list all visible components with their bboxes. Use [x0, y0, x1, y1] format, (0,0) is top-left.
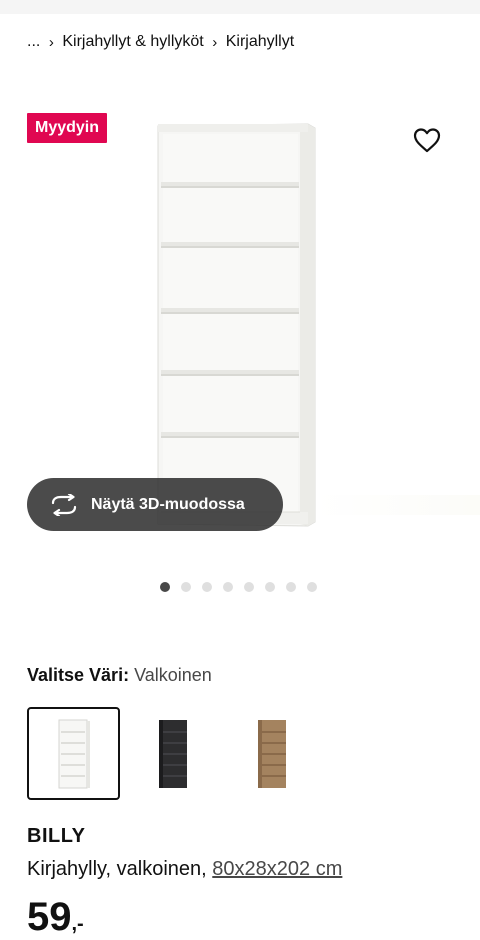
price-decimal: ,-: [71, 913, 84, 935]
gallery-dot[interactable]: [160, 582, 170, 592]
product-gallery[interactable]: Myydyin Näytä 3D-muodossa: [0, 100, 480, 560]
price-integer: 59: [27, 895, 72, 939]
product-name: BILLY: [27, 825, 86, 847]
color-selector-label: Valitse Väri: Valkoinen: [27, 665, 212, 686]
color-label: Valitse Väri:: [27, 665, 130, 685]
gallery-dot[interactable]: [223, 582, 233, 592]
gallery-pagination: [160, 582, 317, 592]
gallery-dot[interactable]: [265, 582, 275, 592]
view-3d-label: Näytä 3D-muodossa: [91, 495, 245, 513]
gallery-dot[interactable]: [307, 582, 317, 592]
color-swatches: [27, 707, 324, 800]
gallery-dot[interactable]: [286, 582, 296, 592]
breadcrumb-item-bookcases[interactable]: Kirjahyllyt: [226, 33, 294, 51]
breadcrumb-item-bookcases-shelves[interactable]: Kirjahyllyt & hyllyköt: [62, 33, 203, 51]
image-shadow: [315, 495, 480, 515]
bookcase-product-image[interactable]: [150, 120, 330, 530]
product-price: 59,-: [27, 894, 84, 940]
heart-icon[interactable]: [412, 126, 442, 154]
swatch-oak[interactable]: [225, 707, 318, 800]
bestseller-badge: Myydyin: [27, 113, 108, 143]
gallery-dot[interactable]: [181, 582, 191, 592]
gallery-dot[interactable]: [244, 582, 254, 592]
oak-bookcase-thumbnail: [257, 719, 286, 788]
chevron-right-icon: ›: [212, 33, 218, 51]
breadcrumb: ... › Kirjahyllyt & hyllyköt › Kirjahyll…: [27, 31, 294, 53]
black-bookcase-thumbnail: [158, 719, 187, 788]
breadcrumb-ellipsis[interactable]: ...: [27, 33, 40, 51]
color-value: Valkoinen: [134, 665, 212, 685]
product-description: Kirjahylly, valkoinen, 80x28x202 cm: [27, 858, 342, 881]
chevron-right-icon: ›: [48, 33, 54, 51]
view-3d-button[interactable]: Näytä 3D-muodossa: [27, 478, 283, 531]
white-bookcase-thumbnail: [58, 719, 90, 788]
gallery-dot[interactable]: [202, 582, 212, 592]
top-strip: [0, 0, 480, 14]
product-type: Kirjahylly, valkoinen,: [27, 858, 207, 880]
swatch-white[interactable]: [27, 707, 120, 800]
swatch-black[interactable]: [126, 707, 219, 800]
rotate-3d-icon: [51, 493, 77, 516]
product-size-link[interactable]: 80x28x202 cm: [212, 858, 342, 880]
